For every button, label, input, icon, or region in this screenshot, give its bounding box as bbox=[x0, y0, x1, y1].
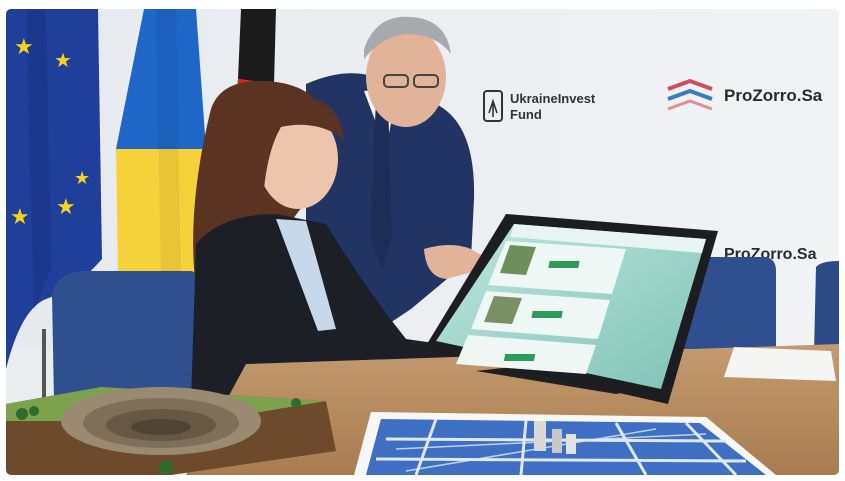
chair-far-right bbox=[814, 261, 839, 354]
fund-name-line2: Fund bbox=[510, 107, 542, 122]
fund-name-line1: UkraineInvest bbox=[510, 91, 596, 106]
tree-icon bbox=[29, 406, 39, 416]
building-model bbox=[552, 429, 562, 453]
eu-star-icon: ★ bbox=[54, 50, 72, 72]
building-model bbox=[566, 434, 576, 454]
paper-sheet bbox=[724, 347, 836, 381]
office-scene: ★ ★ ★ ★ ★ UkraineInvest Fund ProZorro.Sa… bbox=[6, 9, 839, 475]
prozorro-name-top: ProZorro.Sa bbox=[724, 86, 823, 105]
eu-star-icon: ★ bbox=[74, 168, 90, 188]
eu-star-icon: ★ bbox=[14, 34, 34, 59]
listing-card bbox=[488, 241, 626, 294]
eu-star-icon: ★ bbox=[10, 204, 30, 229]
chair-left bbox=[52, 271, 206, 401]
tree-icon bbox=[16, 408, 28, 420]
tree-icon bbox=[291, 398, 301, 408]
building-model bbox=[534, 421, 546, 451]
eu-star-icon: ★ bbox=[56, 194, 76, 219]
photo-frame: ★ ★ ★ ★ ★ UkraineInvest Fund ProZorro.Sa… bbox=[6, 9, 839, 475]
tree-icon bbox=[159, 460, 173, 474]
